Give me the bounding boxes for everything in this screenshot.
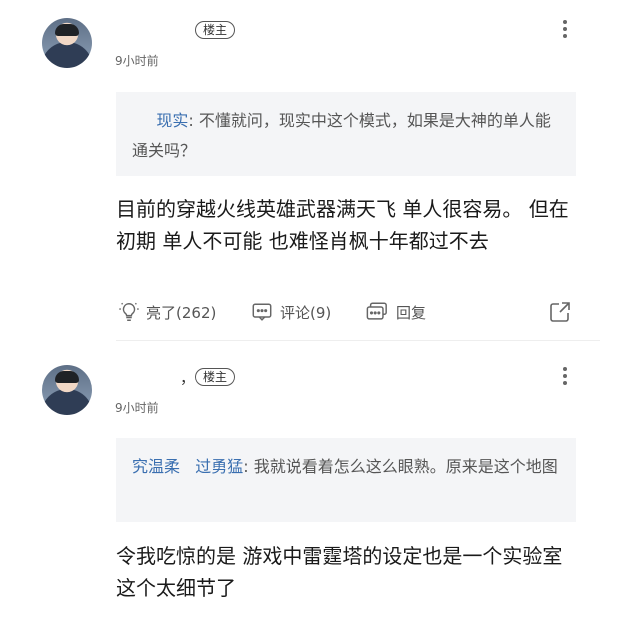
quoted-reply[interactable]: 现实: 不懂就问，现实中这个模式，如果是大神的单人能通关吗？ xyxy=(116,92,576,176)
quote-separator: : xyxy=(188,111,199,130)
quoted-reply[interactable]: 究温柔 过勇猛: 我就说看着怎么这么眼熟。原来是这个地图 xyxy=(116,438,576,522)
comment-button[interactable]: 评论(9) xyxy=(250,298,331,326)
more-vertical-icon[interactable] xyxy=(562,367,568,385)
action-bar: 亮了(262) 评论(9) 回复 xyxy=(118,298,578,326)
op-badge: 楼主 xyxy=(195,21,236,39)
like-label: 亮了(262) xyxy=(146,303,217,322)
more-vertical-icon[interactable] xyxy=(562,20,568,38)
comment-label: 评论(9) xyxy=(280,303,332,322)
post-body-line: 目前的穿越火线英雄武器满天飞 单人很容易。 但在 xyxy=(116,197,569,221)
divider xyxy=(116,340,600,341)
post-body-line: 这个太细节了 xyxy=(116,576,236,600)
user-avatar[interactable] xyxy=(42,365,92,415)
share-icon xyxy=(550,302,570,322)
quoted-username[interactable]: 现实 xyxy=(156,111,188,130)
blurred-name xyxy=(132,111,156,130)
like-button[interactable]: 亮了(262) xyxy=(118,298,216,326)
post-body: 令我吃惊的是 游戏中雷霆塔的设定也是一个实验室 这个太细节了 xyxy=(116,540,596,604)
quote-separator: : xyxy=(243,457,254,476)
reply-post-1: 楼主 9小时前 现实: 不懂就问，现实中这个模式，如果是大神的单人能通关吗？ 目… xyxy=(0,0,640,341)
post-body-line: 令我吃惊的是 游戏中雷霆塔的设定也是一个实验室 xyxy=(116,544,563,568)
quoted-username[interactable]: 过勇猛 xyxy=(195,457,243,476)
op-badge: 楼主 xyxy=(195,368,236,386)
lightbulb-icon xyxy=(119,302,139,321)
post-body-line: 初期 单人不可能 也难怪肖枫十年都过不去 xyxy=(116,229,489,253)
quoted-text: 我就说看着怎么这么眼熟。原来是这个地图 xyxy=(253,457,558,476)
reply-post-2: ， 楼主 9小时前 究温柔 过勇猛: 我就说看着怎么这么眼熟。原来是这个地图 令… xyxy=(0,347,640,623)
timestamp: 9小时前 xyxy=(115,54,159,68)
reply-bubble-icon xyxy=(366,302,387,320)
quoted-username-prefix[interactable]: 究温柔 xyxy=(132,457,180,476)
reply-button[interactable]: 回复 xyxy=(364,298,426,326)
post-body: 目前的穿越火线英雄武器满天飞 单人很容易。 但在 初期 单人不可能 也难怪肖枫十… xyxy=(116,193,596,257)
share-button[interactable] xyxy=(548,298,578,326)
comment-bubble-icon xyxy=(252,303,272,321)
user-avatar[interactable] xyxy=(42,18,92,68)
reply-label: 回复 xyxy=(396,303,427,322)
timestamp: 9小时前 xyxy=(115,401,159,415)
